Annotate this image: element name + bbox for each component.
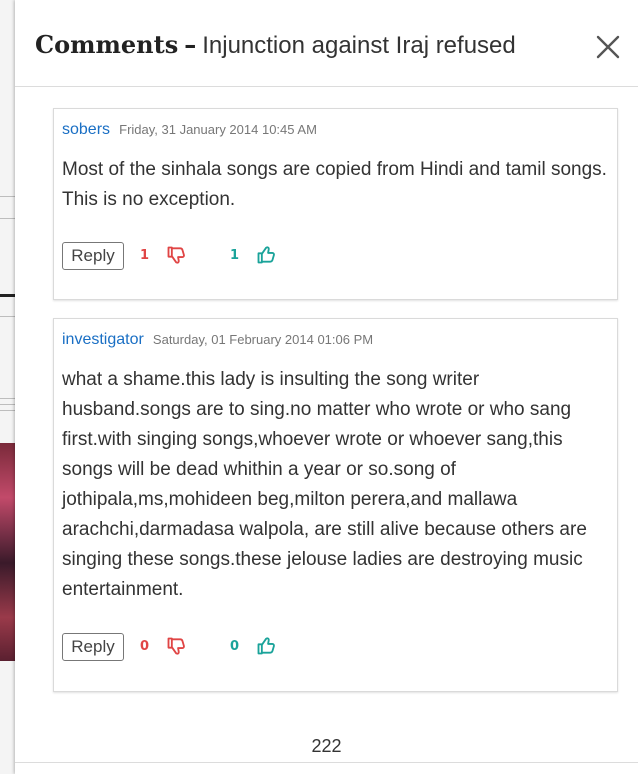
modal-footer-divider [15,762,638,763]
comments-modal: Comments – Injunction against Iraj refused… [15,0,638,774]
downvote-count: 1 [140,248,150,263]
thumbs-down-icon[interactable] [166,245,186,265]
background-divider [0,196,15,197]
background-photo [0,443,15,661]
modal-header: Comments – Injunction against Iraj refused [15,0,638,87]
background-divider [0,404,15,405]
thumbs-up-icon[interactable] [256,636,276,656]
comment-date: Friday, 31 January 2014 10:45 AM [119,122,317,137]
background-divider [0,410,15,411]
comment-author-link[interactable]: sobers [62,121,110,138]
background-divider [0,398,15,399]
downvote-count: 0 [140,639,150,654]
upvote-count: 1 [230,248,240,263]
reply-button[interactable]: Reply [62,633,124,661]
comment-date: Saturday, 01 February 2014 01:06 PM [152,332,374,347]
comment-text: Most of the sinhala songs are copied fro… [62,159,607,210]
comment-text: what a shame.this lady is insulting the … [62,369,587,600]
comment-author-link[interactable]: investigator [62,331,144,348]
close-icon[interactable] [593,32,623,62]
comment-item: investigator Saturday, 01 February 2014 … [53,318,618,692]
modal-title: Comments – Injunction against Iraj refused [35,30,516,60]
upvote-count: 0 [230,639,240,654]
pagination-label: 222 [311,736,342,756]
reply-button[interactable]: Reply [62,242,124,270]
comment-meta: investigator Saturday, 01 February 2014 … [62,329,373,349]
modal-title-dash: – [184,31,197,59]
background-divider [0,316,15,317]
modal-title-strong: Comments [35,30,179,59]
thumbs-down-icon[interactable] [166,636,186,656]
comment-meta: sobers Friday, 31 January 2014 10:45 AM [62,119,317,139]
comment-item: sobers Friday, 31 January 2014 10:45 AM … [53,108,618,300]
background-divider [0,294,15,297]
background-divider [0,218,15,219]
thumbs-up-icon[interactable] [256,245,276,265]
modal-title-sub: Injunction against Iraj refused [202,32,516,59]
